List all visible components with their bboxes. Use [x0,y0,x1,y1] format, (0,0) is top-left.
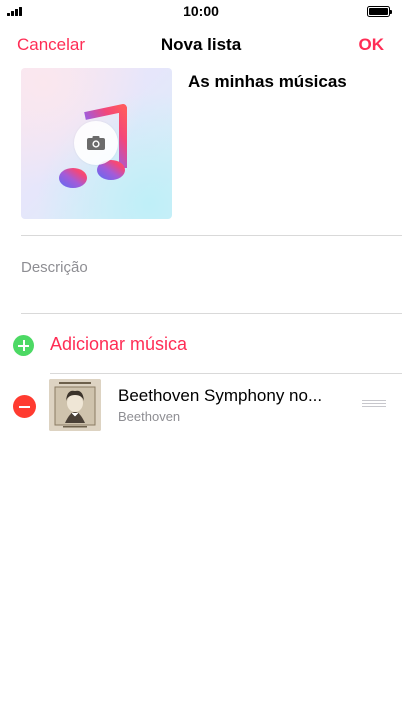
divider [21,235,402,236]
song-artist: Beethoven [118,409,181,424]
playlist-artwork[interactable] [21,68,172,219]
camera-icon [87,136,105,150]
description-field[interactable]: Descrição [21,259,88,276]
status-time: 10:00 [183,3,219,19]
add-song-label: Adicionar música [50,334,188,354]
status-bar: 10:00 [0,0,402,22]
list-item[interactable]: Beethoven Symphony no... Beethoven [0,375,402,435]
plus-circle-icon [13,335,34,356]
change-artwork-button[interactable] [74,121,118,165]
add-song-button[interactable]: Adicionar música [0,330,402,360]
battery-icon [367,6,392,17]
minus-circle-icon[interactable] [13,395,36,418]
song-artwork [49,379,101,431]
page-title: Nova lista [160,35,242,54]
navigation-bar: Cancelar Nova lista OK [0,22,402,66]
playlist-name-field[interactable]: As minhas músicas [188,72,347,92]
ok-button[interactable]: OK [359,35,385,55]
divider [21,313,402,314]
divider [50,373,402,374]
reorder-handle-icon[interactable] [362,400,386,408]
song-title: Beethoven Symphony no... [118,386,323,405]
